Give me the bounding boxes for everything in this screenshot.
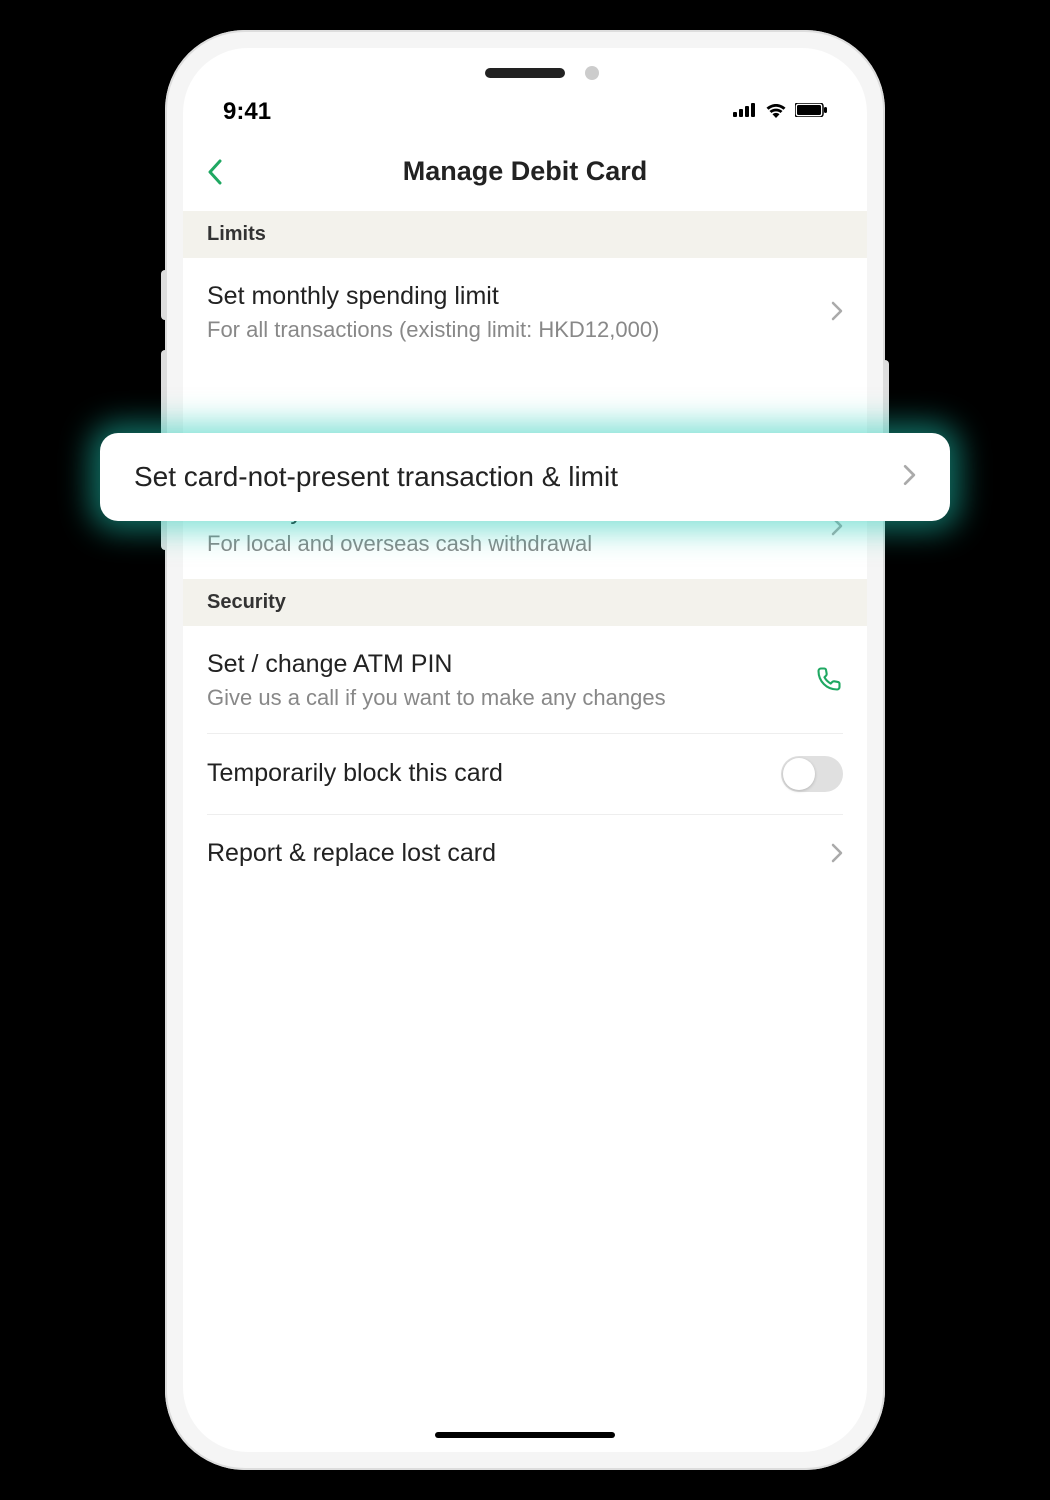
section-header-security: Security: [183, 579, 867, 626]
list-content: Set monthly spending limit For all trans…: [207, 280, 815, 343]
list-item-title: Temporarily block this card: [207, 757, 765, 790]
status-time: 9:41: [223, 98, 271, 126]
list-item-report-lost-card[interactable]: Report & replace lost card: [183, 815, 867, 892]
list-item-atm-pin[interactable]: Set / change ATM PIN Give us a call if y…: [183, 626, 867, 733]
mute-switch: [161, 270, 165, 320]
toggle-switch[interactable]: [781, 756, 843, 792]
list-content: Set / change ATM PIN Give us a call if y…: [207, 648, 799, 711]
toggle-knob: [783, 758, 815, 790]
list-item-title: Set / change ATM PIN: [207, 648, 799, 681]
nav-header: Manage Debit Card: [183, 138, 867, 211]
toggle-block-card[interactable]: [781, 756, 843, 792]
speaker-grill: [485, 68, 565, 78]
screen: 9:41: [183, 48, 867, 1452]
chevron-right-icon: [831, 843, 843, 863]
list-item-monthly-spending-limit[interactable]: Set monthly spending limit For all trans…: [183, 258, 867, 365]
phone-icon: [815, 665, 843, 693]
list-item-block-card: Temporarily block this card: [183, 734, 867, 814]
list-item-subtitle: Give us a call if you want to make any c…: [207, 685, 799, 711]
chevron-right-icon: [903, 464, 916, 491]
list-content: Temporarily block this card: [207, 757, 765, 790]
list-item-subtitle: For local and overseas cash withdrawal: [207, 531, 815, 557]
battery-icon: [795, 103, 827, 122]
list-content: Report & replace lost card: [207, 837, 815, 870]
chevron-right-icon: [831, 301, 843, 321]
highlighted-card-not-present-row[interactable]: Set card-not-present transaction & limit: [100, 433, 950, 521]
volume-up-button: [161, 350, 165, 440]
phone-frame: 9:41: [165, 30, 885, 1470]
home-indicator[interactable]: [435, 1432, 615, 1438]
wifi-icon: [765, 102, 787, 123]
page-title: Manage Debit Card: [207, 156, 843, 187]
list-item-title: Report & replace lost card: [207, 837, 815, 870]
list-item-title: Set card-not-present transaction & limit: [134, 461, 618, 493]
cellular-signal-icon: [733, 103, 757, 122]
status-icons: [733, 102, 827, 123]
list-item-title: Set monthly spending limit: [207, 280, 815, 313]
status-bar: 9:41: [183, 48, 867, 138]
list-item-subtitle: For all transactions (existing limit: HK…: [207, 317, 815, 343]
front-camera: [585, 66, 599, 80]
section-header-limits: Limits: [183, 211, 867, 258]
